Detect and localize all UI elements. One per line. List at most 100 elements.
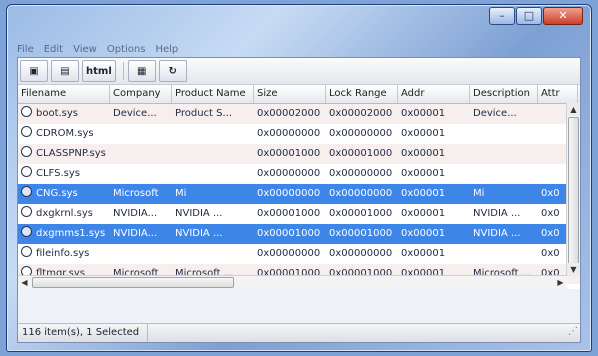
cell-filename-text: CLFS.sys (36, 168, 80, 179)
cell-filename-text: CLASSPNP.sys (36, 148, 106, 159)
client-area: ▣ ▤ html ▦ ↻ Filename Company Product Na… (17, 57, 581, 343)
table-row[interactable]: boot.sys Device... Product S... 0x00002000 0… (18, 104, 580, 124)
cell-description (470, 244, 538, 264)
cell-description: NVIDIA ... (473, 228, 521, 239)
table-row[interactable]: CNG.sys Microsoft Mi 0x00000000 0x00000000 0x… (18, 184, 580, 204)
table-row[interactable]: CLFS.sys 0x00000000 0x00000000 0x00001 (18, 164, 580, 184)
cell-filename: CLASSPNP.sys (18, 144, 110, 164)
cell-size: 0x00001000 (257, 208, 321, 219)
driver-file-icon (21, 246, 32, 257)
column-header-company[interactable]: Company (110, 85, 172, 103)
cell-filename-text: boot.sys (36, 108, 79, 119)
driver-file-icon (21, 126, 32, 137)
scroll-down-icon[interactable]: ▼ (567, 263, 580, 276)
driver-file-icon (21, 166, 32, 177)
window-controls: – □ ✕ (488, 7, 583, 25)
cell-company (110, 144, 172, 164)
driver-list[interactable]: Filename Company Product Name Size Lock … (18, 85, 580, 290)
cell-filename: CNG.sys (18, 184, 110, 204)
cell-addr: 0x00001 (401, 248, 446, 259)
table-row[interactable]: fileinfo.sys 0x00000000 0x00000000 0x00001 0… (18, 244, 580, 264)
driver-file-icon (21, 206, 32, 217)
cell-product-name: NVIDIA ... (175, 228, 223, 239)
cell-size: 0x00000000 (257, 248, 321, 259)
cell-lock-range: 0x00001000 (329, 148, 393, 159)
main-window: – □ ✕ File Edit View Options Help ▣ ▤ ht… (6, 4, 592, 352)
cell-product-name: Product S... (175, 108, 233, 119)
lower-pane (18, 289, 580, 324)
cell-company (110, 124, 172, 144)
cell-description: Device... (473, 108, 517, 119)
cell-product-name: NVIDIA ... (175, 208, 223, 219)
cell-size: 0x00000000 (257, 128, 321, 139)
table-row[interactable]: CLASSPNP.sys 0x00001000 0x00001000 0x00001 (18, 144, 580, 164)
cell-company (110, 164, 172, 184)
column-header-description[interactable]: Description (470, 85, 538, 103)
save-icon[interactable]: ▣ (20, 60, 48, 82)
cell-description: NVIDIA ... (473, 208, 521, 219)
cell-size: 0x00000000 (257, 168, 321, 179)
column-header-attr[interactable]: Attr (538, 85, 578, 103)
cell-lock-range: 0x00000000 (329, 248, 393, 259)
menu-file[interactable]: File (17, 44, 34, 55)
cell-company: NVIDIA... (113, 228, 158, 239)
maximize-button[interactable]: □ (516, 7, 542, 25)
cell-size: 0x00001000 (257, 148, 321, 159)
column-header-lock-range[interactable]: Lock Range (326, 85, 398, 103)
html-report-icon[interactable]: html (82, 60, 116, 82)
driver-file-icon (21, 146, 32, 157)
driver-file-icon (21, 226, 32, 237)
close-button[interactable]: ✕ (543, 7, 583, 25)
status-bar: 116 item(s), 1 Selected ⋰ (18, 323, 580, 342)
cell-filename-text: dxgkrnl.sys (36, 208, 93, 219)
table-body: boot.sys Device... Product S... 0x00002000 0… (18, 104, 580, 289)
cell-product-name (172, 244, 254, 264)
scroll-up-icon[interactable]: ▲ (567, 103, 580, 116)
cell-lock-range: 0x00001000 (329, 228, 393, 239)
cell-filename-text: dxgmms1.sys (36, 228, 106, 239)
cell-size: 0x00000000 (257, 188, 321, 199)
cell-product-name (172, 164, 254, 184)
properties-icon[interactable]: ▦ (127, 60, 156, 82)
cell-addr: 0x00001 (401, 108, 446, 119)
driver-file-icon (21, 186, 32, 197)
cell-size: 0x00001000 (257, 228, 321, 239)
menu-help[interactable]: Help (155, 44, 178, 55)
title-bar[interactable]: – □ ✕ (7, 5, 591, 35)
cell-filename: CDROM.sys (18, 124, 110, 144)
horizontal-scrollbar[interactable]: ◀ ▶ (18, 275, 567, 289)
cell-lock-range: 0x00000000 (329, 188, 393, 199)
resize-grip-icon[interactable]: ⋰ (568, 323, 578, 341)
cell-filename: CLFS.sys (18, 164, 110, 184)
cell-product-name (172, 144, 254, 164)
column-header-filename[interactable]: Filename (18, 85, 110, 103)
vertical-scrollbar[interactable]: ▲ ▼ (566, 103, 580, 276)
horizontal-scroll-thumb[interactable] (32, 277, 234, 288)
minimize-button[interactable]: – (489, 7, 515, 25)
cell-lock-range: 0x00002000 (329, 108, 393, 119)
cell-company: Device... (113, 108, 157, 119)
cell-size: 0x00002000 (257, 108, 321, 119)
scroll-left-icon[interactable]: ◀ (18, 276, 31, 289)
copy-icon[interactable]: ▤ (51, 60, 79, 82)
cell-filename: fileinfo.sys (18, 244, 110, 264)
column-header-addr[interactable]: Addr (398, 85, 470, 103)
cell-lock-range: 0x00000000 (329, 168, 393, 179)
table-row[interactable]: CDROM.sys 0x00000000 0x00000000 0x00001 (18, 124, 580, 144)
table-row[interactable]: dxgkrnl.sys NVIDIA... NVIDIA ... 0x00001000… (18, 204, 580, 224)
refresh-icon[interactable]: ↻ (158, 60, 187, 82)
table-row[interactable]: dxgmms1.sys NVIDIA... NVIDIA ... 0x00001000… (18, 224, 580, 244)
column-header-product-name[interactable]: Product Name (172, 85, 254, 103)
cell-filename-text: fileinfo.sys (36, 248, 90, 259)
vertical-scroll-thumb[interactable] (568, 117, 579, 269)
cell-filename-text: CDROM.sys (36, 128, 94, 139)
menu-options[interactable]: Options (107, 44, 146, 55)
cell-addr: 0x00001 (401, 228, 446, 239)
column-header-row: Filename Company Product Name Size Lock … (18, 85, 580, 104)
column-header-size[interactable]: Size (254, 85, 326, 103)
cell-filename: dxgkrnl.sys (18, 204, 110, 224)
cell-addr: 0x00001 (401, 168, 446, 179)
menu-edit[interactable]: Edit (44, 44, 63, 55)
menu-view[interactable]: View (73, 44, 97, 55)
scroll-right-icon[interactable]: ▶ (554, 276, 567, 289)
